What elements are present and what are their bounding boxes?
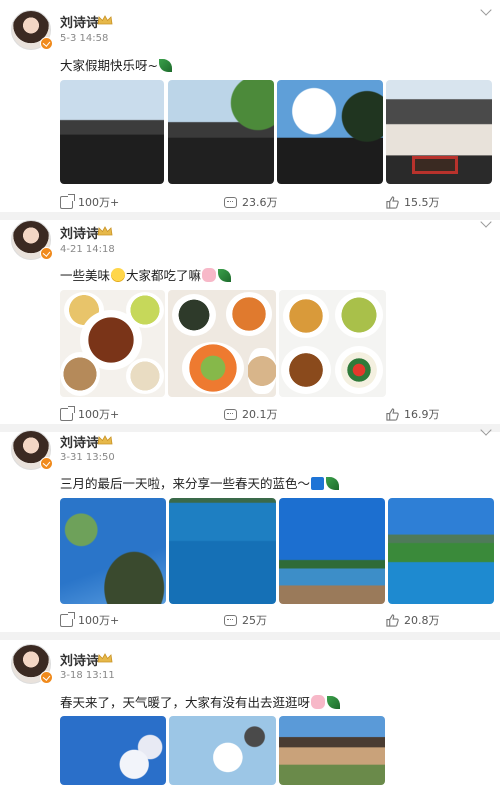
repost-button[interactable]: 100万+ xyxy=(60,193,120,210)
post-text-content: 三月的最后一天啦，来分享一些春天的蓝色～ xyxy=(60,476,311,491)
repost-icon xyxy=(60,193,75,209)
verified-badge-icon xyxy=(40,247,53,260)
comment-count: 25万 xyxy=(242,614,267,627)
author-name[interactable]: 刘诗诗 xyxy=(60,12,99,31)
tree-blue-sky-photo[interactable] xyxy=(60,498,166,604)
post-3: 刘诗诗 3-31 13:50 三月的最后一天啦，来分享一些春天的蓝色～ 100万… xyxy=(0,424,500,636)
dishes-photo-3[interactable] xyxy=(279,290,386,397)
post-divider xyxy=(0,424,500,432)
repost-count: 100万+ xyxy=(78,614,120,627)
like-button[interactable]: 15.5万 xyxy=(386,194,440,210)
post-text-content: 春天来了，天气暖了，大家有没有出去逛逛呀 xyxy=(60,695,311,710)
blue-square-emoji xyxy=(311,477,325,490)
comment-count: 23.6万 xyxy=(242,196,278,209)
thumbs-up-icon xyxy=(386,613,399,627)
verified-badge-icon xyxy=(40,457,53,470)
post-text-part-2: 大家都吃了嘛 xyxy=(126,268,202,283)
comment-button[interactable]: 20.1万 xyxy=(224,406,278,422)
white-blossom-photo[interactable] xyxy=(169,716,276,785)
lake-shore-photo[interactable] xyxy=(279,498,385,604)
post-time: 5-3 14:58 xyxy=(60,33,109,44)
author-name[interactable]: 刘诗诗 xyxy=(60,223,99,242)
post-2: 刘诗诗 4-21 14:18 一些美味 大家都吃了嘛 100万+ 20.1万 16… xyxy=(0,216,500,426)
post-text: 大家假期快乐呀~ xyxy=(60,55,173,74)
red-window-wall-photo[interactable] xyxy=(386,80,492,184)
post-divider xyxy=(0,212,500,220)
crown-icon xyxy=(97,435,113,445)
yum-emoji xyxy=(111,268,126,282)
repost-count: 100万+ xyxy=(78,408,120,421)
author-name[interactable]: 刘诗诗 xyxy=(60,650,99,669)
repost-button[interactable]: 100万+ xyxy=(60,405,120,422)
post-text: 一些美味 大家都吃了嘛 xyxy=(60,265,232,284)
post-divider xyxy=(0,632,500,640)
post-1: 刘诗诗 5-3 14:58 大家假期快乐呀~ 100万+ 23.6万 15.5万 xyxy=(0,0,500,214)
leaf-emoji xyxy=(326,477,340,490)
comment-icon xyxy=(224,614,237,626)
thumbs-up-icon xyxy=(386,195,399,209)
post-text-part-1: 一些美味 xyxy=(60,268,111,283)
comment-icon xyxy=(224,408,237,420)
post-text: 春天来了，天气暖了，大家有没有出去逛逛呀 xyxy=(60,692,341,711)
like-button[interactable]: 20.8万 xyxy=(386,612,440,628)
chevron-down-icon[interactable] xyxy=(480,4,492,16)
leaf-emoji xyxy=(218,269,232,282)
comment-icon xyxy=(224,196,237,208)
post-4: 刘诗诗 3-18 13:11 春天来了，天气暖了，大家有没有出去逛逛呀 xyxy=(0,640,500,785)
verified-badge-icon xyxy=(40,37,53,50)
leaf-emoji xyxy=(327,696,341,709)
blossom-blue-photo[interactable] xyxy=(60,716,166,785)
like-count: 15.5万 xyxy=(404,196,440,209)
comment-count: 20.1万 xyxy=(242,408,278,421)
repost-icon xyxy=(60,405,75,421)
dishes-photo-1[interactable] xyxy=(60,290,165,397)
post-text: 三月的最后一天啦，来分享一些春天的蓝色～ xyxy=(60,473,340,492)
red-window xyxy=(412,156,458,174)
leaf-emoji xyxy=(158,59,172,72)
post-time: 3-18 13:11 xyxy=(60,670,115,681)
post-time: 4-21 14:18 xyxy=(60,244,115,255)
rooftop-sky-photo[interactable] xyxy=(60,80,164,184)
comment-button[interactable]: 23.6万 xyxy=(224,194,278,210)
thumbs-up-icon xyxy=(386,407,399,421)
verified-badge-icon xyxy=(40,671,53,684)
mountain-lake-photo[interactable] xyxy=(388,498,494,604)
like-count: 16.9万 xyxy=(404,408,440,421)
author-name[interactable]: 刘诗诗 xyxy=(60,432,99,451)
repost-icon xyxy=(60,611,75,627)
tree-rooftop-photo[interactable] xyxy=(168,80,274,184)
crown-icon xyxy=(97,226,113,236)
comment-button[interactable]: 25万 xyxy=(224,612,267,628)
crown-icon xyxy=(97,653,113,663)
repost-count: 100万+ xyxy=(78,196,120,209)
post-text-content: 大家假期快乐呀~ xyxy=(60,58,158,73)
clouds-rooftop-photo[interactable] xyxy=(277,80,383,184)
pig-emoji xyxy=(202,268,217,282)
pig-emoji xyxy=(311,695,326,709)
crown-icon xyxy=(97,15,113,25)
blue-water-photo[interactable] xyxy=(169,498,276,604)
dishes-photo-2[interactable] xyxy=(168,290,276,397)
like-count: 20.8万 xyxy=(404,614,440,627)
post-time: 3-31 13:50 xyxy=(60,452,115,463)
repost-button[interactable]: 100万+ xyxy=(60,611,120,628)
like-button[interactable]: 16.9万 xyxy=(386,406,440,422)
pavilion-photo[interactable] xyxy=(279,716,385,785)
